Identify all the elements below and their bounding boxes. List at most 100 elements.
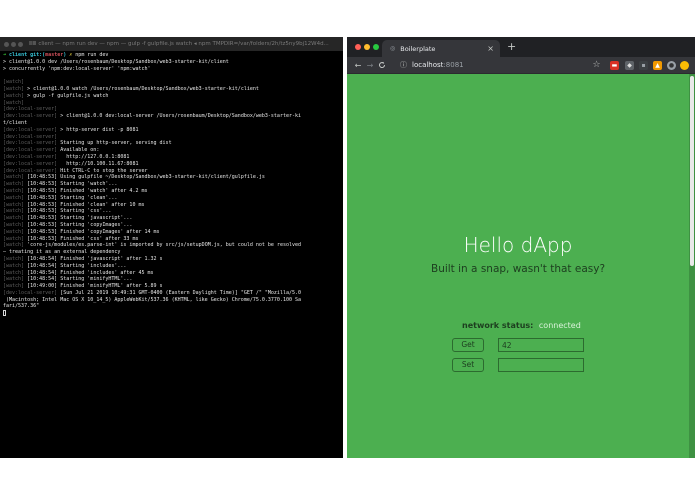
terminal-line-text: > http-server dist -p 8081 <box>57 126 139 133</box>
url-host: localhost <box>412 61 444 69</box>
terminal-cursor-line <box>3 310 341 317</box>
terminal-line-tag: [watch] <box>3 208 25 215</box>
terminal-line: [watch] > client@1.0.0 watch /Users/rose… <box>3 86 341 93</box>
terminal-line-tag: [watch] <box>3 228 25 235</box>
terminal-line-text: [10:48:54] Starting 'minifyHTML'... <box>24 276 133 283</box>
terminal-line: (Macintosh; Intel Mac OS X 10_14_5) Appl… <box>3 296 302 303</box>
tab-close-icon[interactable]: × <box>487 44 494 53</box>
terminal-line-text: [10:48:53] Starting 'watch'... <box>24 181 118 188</box>
terminal-line-text: [10:48:54] Starting 'includes'... <box>24 262 127 269</box>
get-button[interactable]: Get <box>452 338 484 352</box>
terminal-line-tag: [dev:local-server] <box>3 153 58 160</box>
terminal-line: — treating it as an external dependency <box>3 249 121 256</box>
terminal-line-tag: [dev:local-server] <box>3 140 58 147</box>
terminal-line: [dev:local-server] http://10.100.11.67:8… <box>3 161 341 168</box>
address-bar[interactable]: localhost:8081 <box>412 60 464 71</box>
terminal-line-tag: [watch] <box>3 92 25 99</box>
terminal-line: [dev:local-server] Starting up http-serv… <box>3 140 341 147</box>
reload-icon[interactable] <box>376 57 388 74</box>
terminal-line-tag: [dev:local-server] <box>3 160 58 167</box>
browser-tab[interactable]: ◎ Boilerplate × <box>382 40 500 57</box>
page-scrollbar[interactable] <box>689 74 695 458</box>
terminal-titlebar: ⅢⅢ client — npm run dev — npm — gulp -f … <box>0 37 343 51</box>
terminal-line-text: [10:48:53] Finished 'copyImages' after 1… <box>24 228 160 235</box>
forward-arrow-icon[interactable]: → <box>364 57 376 74</box>
terminal-line-tag: [dev:local-server] <box>3 106 58 113</box>
scrollbar-thumb[interactable] <box>690 76 694 266</box>
zoom-dot-icon[interactable] <box>18 41 23 47</box>
terminal-line: t/client <box>3 119 28 126</box>
terminal-line-tag: [watch] <box>3 194 25 201</box>
page-tagline: Built in a snap, wasn't that easy? <box>430 263 606 275</box>
close-dot-icon[interactable] <box>4 41 9 47</box>
minimize-dot-icon[interactable] <box>11 41 16 47</box>
set-button[interactable]: Set <box>452 358 484 372</box>
profile-yellow-icon[interactable] <box>680 61 689 70</box>
info-icon[interactable]: ⓘ <box>400 60 407 71</box>
terminal-line: [dev:local-server] > http-server dist -p… <box>3 127 341 134</box>
terminal-line-tag: [watch] <box>3 215 25 222</box>
extension-red-icon[interactable]: ▬ <box>610 61 619 70</box>
prompt-dir: client <box>9 52 28 58</box>
get-value-field[interactable] <box>498 338 584 352</box>
terminal-line-tag: [watch] <box>3 174 25 181</box>
terminal-line-tag: [dev:local-server] <box>3 133 58 140</box>
network-status-label: network status: <box>462 321 534 330</box>
terminal-line-tag: [watch] <box>3 262 25 269</box>
terminal-line: [watch] <box>3 79 341 86</box>
extension-gray-icon[interactable]: ◆ <box>625 61 634 70</box>
terminal-line: [dev:local-server] Available on: <box>3 147 341 154</box>
terminal-line-tag: [dev:local-server] <box>3 289 58 296</box>
close-window-icon[interactable] <box>355 44 361 50</box>
terminal-line: fari/537.36" <box>3 303 40 310</box>
terminal-line-tag: [dev:local-server] <box>3 147 58 154</box>
set-value-field[interactable] <box>498 358 584 372</box>
terminal-line-text: [10:48:53] Finished 'watch' after 4.2 ms <box>24 187 148 194</box>
minimize-window-icon[interactable] <box>364 44 370 50</box>
terminal-line: [watch] [10:48:53] Starting 'javascript'… <box>3 215 341 222</box>
terminal-line-tag: [watch] <box>3 85 25 92</box>
terminal-line-text: http://10.100.11.67:8081 <box>57 160 139 167</box>
terminal-log: > client@1.0.0 dev /Users/rosenbaum/Desk… <box>3 59 341 310</box>
terminal-line: [watch] [10:48:54] Starting 'minifyHTML'… <box>3 276 341 283</box>
terminal-line: > client@1.0.0 dev /Users/rosenbaum/Desk… <box>3 58 229 65</box>
terminal-line-tag: [watch] <box>3 99 25 106</box>
bookmark-star-icon[interactable]: ☆ <box>592 61 601 70</box>
terminal-line: > concurrently 'npm:dev:local-server' 'n… <box>3 65 151 72</box>
extension-puzzle-icon[interactable]: ▪ <box>639 61 648 70</box>
profile-avatar-icon[interactable]: ● <box>667 61 676 70</box>
terminal-line-text: [10:48:54] Finished 'includes' after 45 … <box>24 269 154 276</box>
browser-toolbar: ← → ⓘ localhost:8081 ☆ ▬ ◆ ▪ ▲ ● <box>347 57 695 74</box>
terminal-line-tag: [watch] <box>3 181 25 188</box>
terminal-line-tag: [watch] <box>3 276 25 283</box>
browser-tabbar: ◎ Boilerplate × + <box>347 37 695 57</box>
terminal-line: [dev:local-server] <box>3 134 341 141</box>
terminal-line: [watch] [10:49:00] Finished 'minifyHTML'… <box>3 283 341 290</box>
terminal-line-tag: [dev:local-server] <box>3 126 58 133</box>
terminal-line-text: [10:48:54] Finished 'javascript' after 1… <box>24 255 163 262</box>
terminal-line-text: [10:48:53] Finished 'css' after 33 ms <box>24 235 139 242</box>
terminal-line-text: 'core-js/modules/es.parse-int' is import… <box>24 242 302 249</box>
prompt-command: npm run dev <box>75 52 109 58</box>
terminal-window[interactable]: ⅢⅢ client — npm run dev — npm — gulp -f … <box>0 37 343 458</box>
zoom-window-icon[interactable] <box>373 44 379 50</box>
terminal-line-text: > client@1.0.0 dev:local-server /Users/r… <box>57 113 302 120</box>
terminal-line-tag: [watch] <box>3 235 25 242</box>
terminal-output[interactable]: ➜ client git:(master) ✗ npm run dev > cl… <box>0 51 343 318</box>
terminal-line-tag: [watch] <box>3 242 25 249</box>
terminal-line-tag: [dev:local-server] <box>3 113 58 120</box>
terminal-line-tag: [watch] <box>3 187 25 194</box>
terminal-line: [watch] [10:48:53] Starting 'clean'... <box>3 195 341 202</box>
metamask-fox-icon[interactable]: ▲ <box>653 61 662 70</box>
terminal-line-text: Starting up http-server, serving dist <box>57 140 172 147</box>
terminal-line: [dev:local-server] [Sun Jul 21 2019 10:4… <box>3 290 341 297</box>
new-tab-icon[interactable]: + <box>507 40 516 54</box>
terminal-line-text: > gulp -f gulpfile.js watch <box>24 92 109 99</box>
terminal-line: [watch] [10:48:53] Starting 'css'... <box>3 208 341 215</box>
terminal-line-text: [10:49:00] Finished 'minifyHTML' after 5… <box>24 283 163 290</box>
back-arrow-icon[interactable]: ← <box>352 57 364 74</box>
network-status: network status: connected <box>462 321 581 331</box>
terminal-line-text: > client@1.0.0 watch /Users/rosenbaum/De… <box>24 85 259 92</box>
terminal-line: [watch] [10:48:54] Finished 'includes' a… <box>3 270 341 277</box>
terminal-line-tag: [watch] <box>3 201 25 208</box>
